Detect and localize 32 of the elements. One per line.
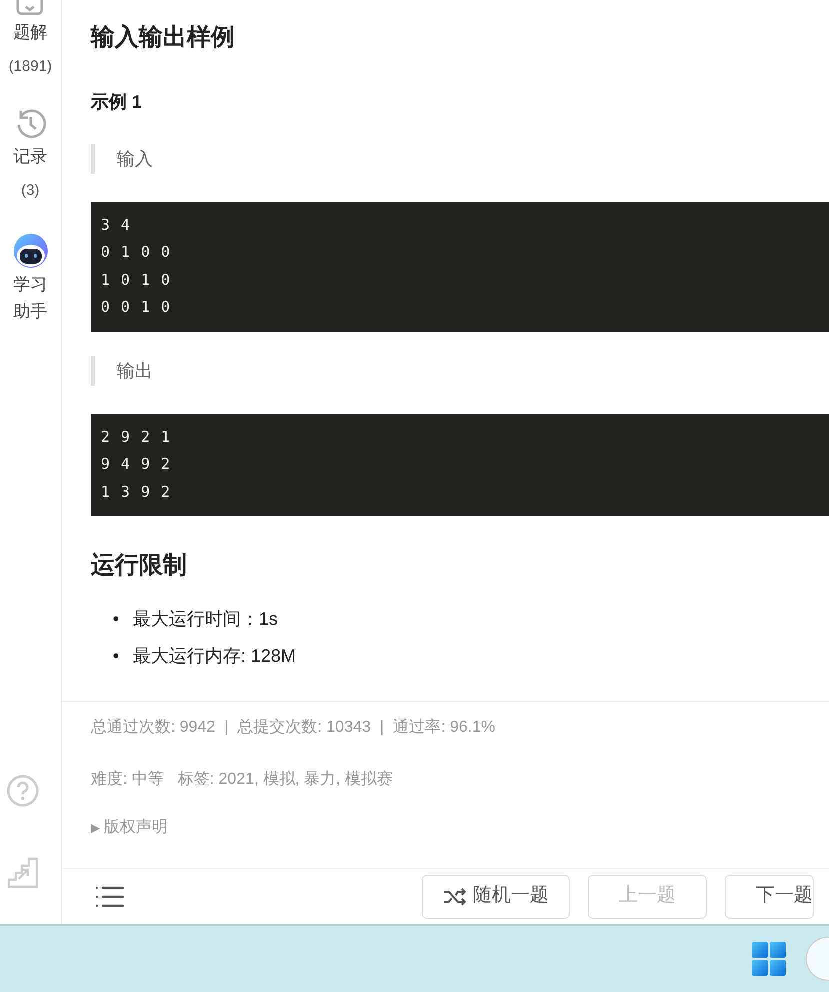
output-code-block: 2 9 2 1 9 4 9 2 1 3 9 2 bbox=[91, 414, 829, 516]
output-label: 输出 bbox=[91, 356, 829, 386]
next-button[interactable]: 下一题 bbox=[725, 874, 814, 919]
difficulty-text: 难度: 中等 bbox=[91, 770, 164, 790]
shuffle-icon bbox=[443, 888, 467, 906]
sidebar-count: (3) bbox=[21, 180, 40, 200]
separator: | bbox=[224, 718, 229, 738]
menu-icon[interactable] bbox=[96, 886, 124, 908]
windows-start-icon[interactable] bbox=[752, 942, 786, 976]
sidebar-item-label[interactable]: 记录 bbox=[14, 144, 48, 170]
limit-item: 最大运行时间：1s bbox=[133, 608, 278, 632]
random-button[interactable]: 随机一题 bbox=[422, 874, 570, 919]
sidebar-item-label[interactable]: 题解 bbox=[13, 20, 48, 46]
stairs-icon[interactable] bbox=[7, 857, 39, 889]
tags-text: 标签: 2021, 模拟, 暴力, 模拟赛 bbox=[178, 770, 394, 790]
section-title: 输入输出样例 bbox=[91, 24, 236, 53]
stat-text: 总提交次数: 10343 bbox=[238, 718, 372, 738]
limit-item: 最大运行内存: 128M bbox=[133, 645, 296, 668]
robot-icon[interactable] bbox=[12, 233, 48, 269]
input-label: 输入 bbox=[91, 144, 829, 174]
solutions-icon[interactable] bbox=[15, 0, 46, 16]
section-title: 运行限制 bbox=[91, 552, 188, 582]
example-title: 示例 1 bbox=[91, 90, 144, 114]
help-icon[interactable] bbox=[7, 775, 39, 807]
sidebar-item-label[interactable]: 学习助手 bbox=[10, 271, 50, 325]
separator: | bbox=[380, 718, 384, 738]
stat-text: 通过率: 96.1% bbox=[393, 718, 496, 738]
stat-text: 总通过次数: 9942 bbox=[91, 718, 216, 738]
bullet: • bbox=[113, 608, 120, 632]
bullet: • bbox=[113, 645, 120, 668]
sidebar-count: (1891) bbox=[8, 56, 52, 76]
input-code-block: 3 4 0 1 0 0 1 0 1 0 0 0 1 0 bbox=[91, 202, 829, 332]
